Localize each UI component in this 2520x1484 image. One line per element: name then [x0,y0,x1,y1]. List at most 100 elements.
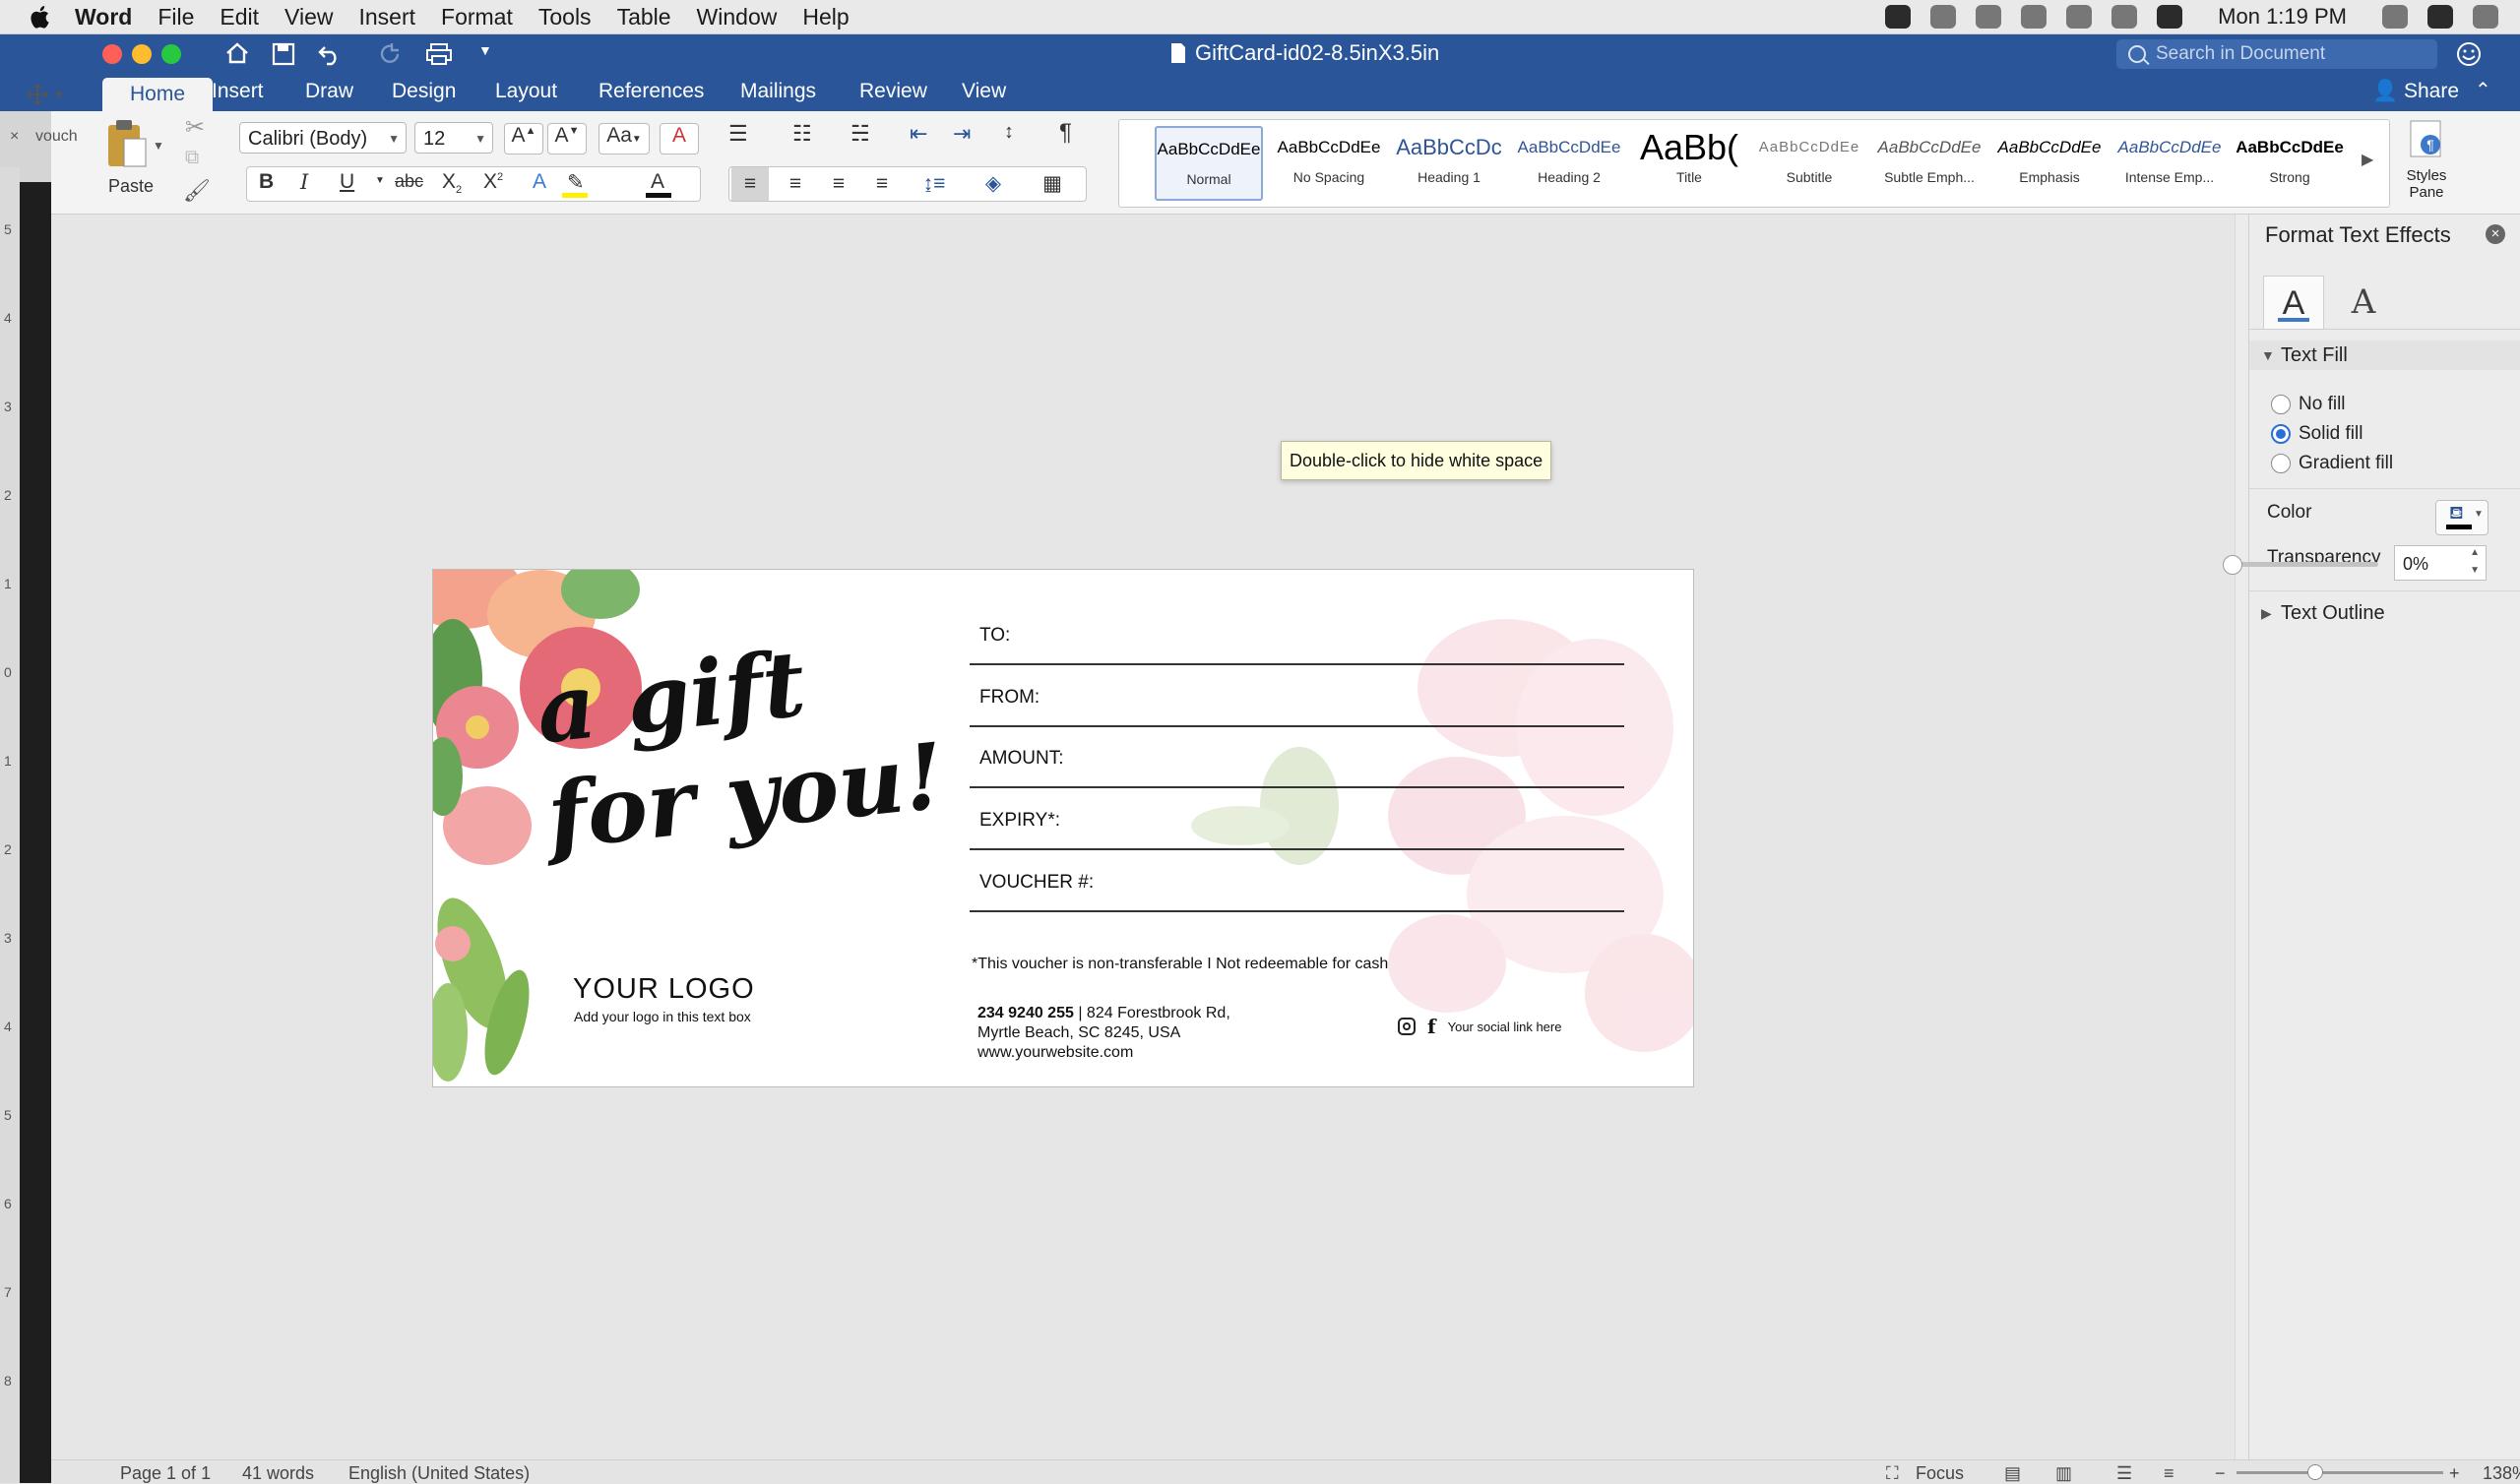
page-count[interactable]: Page 1 of 1 [120,1463,211,1484]
clear-formatting-icon[interactable]: A [660,123,699,155]
style-heading-2[interactable]: AaBbCcDdEe Heading 2 [1515,126,1623,201]
vertical-scrollbar[interactable] [2235,215,2249,1459]
radio-circle[interactable] [2271,454,2291,473]
increase-indent-icon[interactable]: ⇥ [953,121,971,147]
text-fill-section-header[interactable]: ▼ Text Fill [2249,340,2520,370]
styles-more-arrow-icon[interactable]: ▶ [2362,150,2373,169]
stepper-down-icon[interactable]: ▼ [2470,562,2480,580]
justify-icon[interactable]: ≡ [863,167,901,201]
redo-icon[interactable] [378,42,402,66]
stepper-up-icon[interactable]: ▲ [2470,544,2480,562]
superscript-button[interactable]: X2 [483,170,503,194]
creative-cloud-icon[interactable] [1930,5,1957,29]
disclaimer-text[interactable]: *This voucher is non-transferable I Not … [972,956,1388,973]
search-document-input[interactable]: Search in Document [2116,39,2437,69]
decrease-indent-icon[interactable]: ⇤ [910,121,927,147]
siri-icon[interactable] [2427,5,2453,29]
tab-layout[interactable]: Layout [495,80,557,103]
battery-icon[interactable] [2111,5,2138,29]
tab-design[interactable]: Design [392,80,456,103]
menu-table[interactable]: Table [617,4,671,31]
cut-icon[interactable]: ✂ [185,113,205,142]
field-expiry-line[interactable] [970,848,1624,850]
close-icon[interactable]: × [2486,224,2505,244]
close-window-button[interactable] [102,44,122,64]
radio-circle-selected[interactable] [2271,424,2291,444]
tab-home[interactable]: Home [102,78,213,111]
home-icon[interactable] [224,41,250,65]
zoom-slider[interactable] [2236,1471,2443,1474]
sidebar-document-tab[interactable]: × vouch [0,128,78,152]
align-right-icon[interactable]: ≡ [820,167,857,201]
menu-window[interactable]: Window [697,4,778,31]
styles-pane-button[interactable]: ¶ Styles Pane [2392,119,2461,210]
outline-view-icon[interactable]: ☰ [2116,1463,2132,1484]
menu-format[interactable]: Format [441,4,513,31]
style-emphasis[interactable]: AaBbCcDdEe Emphasis [1995,126,2104,201]
line-spacing-icon[interactable]: ↨≡ [913,167,956,201]
underline-button[interactable]: U [340,170,354,194]
tab-mailings[interactable]: Mailings [740,80,816,103]
borders-icon[interactable]: ▦ [1031,167,1074,201]
subscript-button[interactable]: X2 [442,170,462,196]
web-layout-view-icon[interactable]: ▥ [2055,1463,2072,1484]
transparency-slider-thumb[interactable] [2223,555,2242,575]
clock[interactable]: Mon 1:19 PM [2218,4,2347,30]
bluetooth-icon[interactable] [2021,5,2048,29]
tab-view[interactable]: View [962,80,1006,103]
highlight-color-icon[interactable]: ✎ [567,170,585,195]
zoom-in-icon[interactable]: + [2449,1463,2460,1484]
menu-file[interactable]: File [158,4,194,31]
tab-references[interactable]: References [598,80,704,103]
font-color-icon[interactable]: A [651,170,664,194]
wifi-icon[interactable] [2066,5,2093,29]
input-source-icon[interactable] [2157,5,2183,29]
increase-font-size-button[interactable]: A▲ [504,123,543,155]
copy-icon[interactable]: ⧉ [185,147,199,169]
underline-dropdown-icon[interactable]: ▼ [375,175,385,186]
text-outline-section-header[interactable]: ▶ Text Outline [2249,598,2520,628]
color-picker-button[interactable]: ⛾ ▼ [2435,500,2488,535]
text-effects-icon[interactable]: A [533,170,546,194]
zoom-slider-thumb[interactable] [2307,1464,2323,1480]
focus-label[interactable]: Focus [1916,1463,1964,1484]
undo-icon[interactable] [317,42,343,66]
apple-icon[interactable] [30,4,53,30]
wd-drive-icon[interactable] [1976,5,2002,29]
radio-gradient-fill[interactable]: Gradient fill [2271,453,2393,474]
bullets-icon[interactable]: ☰ [728,121,748,147]
close-tab-icon[interactable]: × [10,128,19,146]
menu-edit[interactable]: Edit [220,4,259,31]
minimize-window-button[interactable] [132,44,152,64]
radio-circle[interactable] [2271,395,2291,414]
move-handle-icon[interactable]: ▼ [28,84,67,105]
radio-solid-fill[interactable]: Solid fill [2271,423,2362,445]
language[interactable]: English (United States) [348,1463,530,1484]
menu-insert[interactable]: Insert [358,4,415,31]
font-size-select[interactable]: 12 ▼ [414,122,493,154]
style-no-spacing[interactable]: AaBbCcDdEe No Spacing [1275,126,1383,201]
maximize-window-button[interactable] [161,44,181,64]
transparency-input[interactable]: 0% ▲ ▼ [2394,545,2487,581]
social-row[interactable]: f Your social link here [1398,1015,1561,1038]
customize-toolbar-icon[interactable]: ▼ [478,42,492,58]
paste-button[interactable]: ▼ Paste [98,117,167,206]
show-formatting-marks-icon[interactable]: ¶ [1059,119,1072,147]
save-icon[interactable] [272,42,295,66]
field-from-line[interactable] [970,725,1624,727]
paste-dropdown-icon[interactable]: ▼ [153,139,164,153]
zoom-out-icon[interactable]: − [2215,1463,2226,1484]
style-subtle-emphasis[interactable]: AaBbCcDdEe Subtle Emph... [1875,126,1984,201]
word-count[interactable]: 41 words [242,1463,314,1484]
notification-center-icon[interactable] [2473,5,2498,29]
align-center-icon[interactable]: ≡ [777,167,814,201]
align-left-icon[interactable]: ≡ [731,167,769,201]
collapse-ribbon-icon[interactable]: ⌃ [2475,78,2491,102]
share-button[interactable]: 👤 Share [2372,80,2459,103]
numbering-icon[interactable]: ☷ [792,121,812,147]
draft-view-icon[interactable]: ≡ [2164,1463,2174,1484]
transparency-slider[interactable] [2227,562,2378,567]
menu-help[interactable]: Help [802,4,849,31]
radio-no-fill[interactable]: No fill [2271,394,2346,415]
menu-app-name[interactable]: Word [75,4,132,31]
